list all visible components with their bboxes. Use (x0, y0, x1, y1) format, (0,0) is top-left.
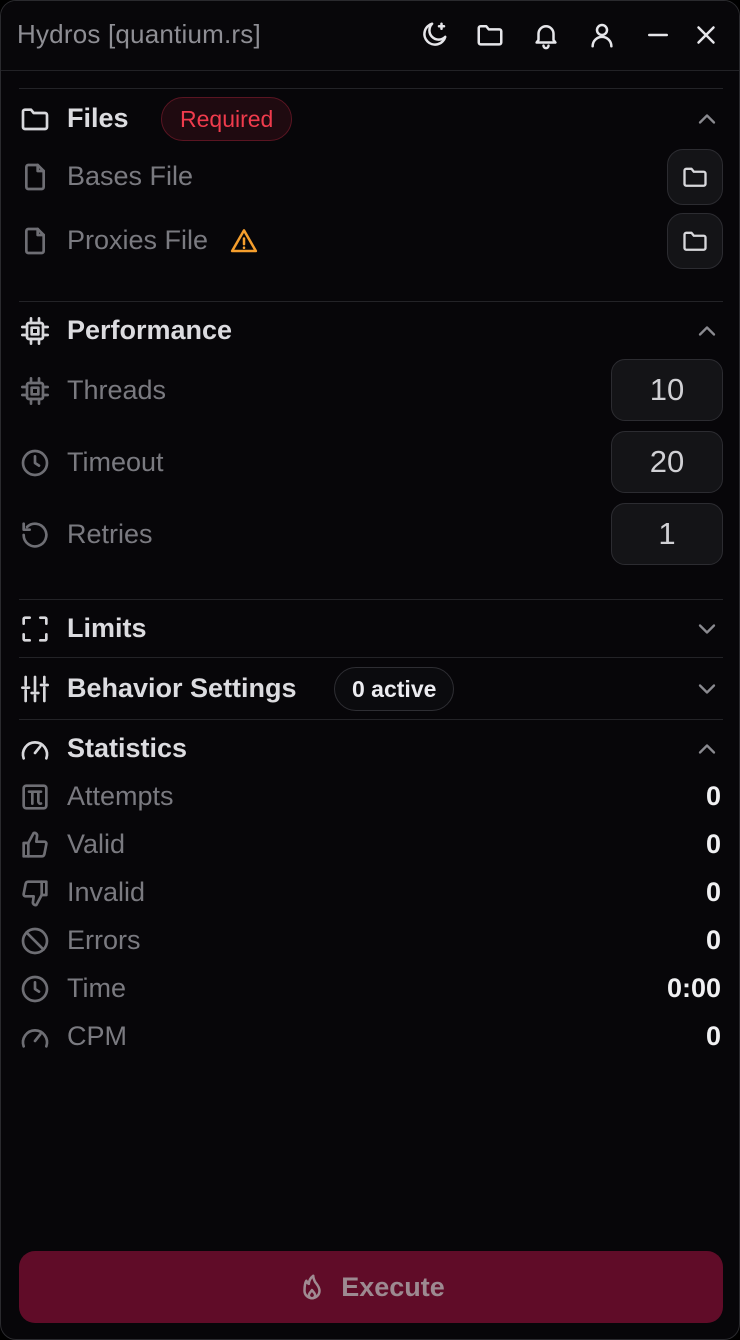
folder-icon (683, 167, 707, 187)
time-row-icon (19, 973, 51, 1005)
cpm-row-icon (19, 1021, 51, 1053)
retries-input[interactable]: 1 (611, 503, 723, 565)
time-label: Time (67, 973, 126, 1003)
close-button[interactable] (690, 19, 722, 51)
proxies-file-label: Proxies File (67, 225, 209, 255)
behavior-section-icon (19, 673, 51, 705)
valid-row-icon (19, 829, 51, 861)
behavior-section-title[interactable]: Behavior Settings (67, 673, 297, 704)
threads-input[interactable]: 10 (611, 359, 723, 421)
limits-section-title[interactable]: Limits (67, 613, 147, 644)
files-section-icon (19, 103, 51, 135)
performance-section-icon (19, 315, 51, 347)
chevron-down-icon (698, 624, 716, 634)
minimize-button[interactable] (642, 19, 674, 51)
open-folder-button[interactable] (474, 19, 506, 51)
cpu-icon (21, 377, 49, 405)
invalid-value: 0 (705, 877, 721, 907)
bases-file-browse-button[interactable] (667, 149, 723, 205)
limits-expand-button[interactable] (693, 615, 721, 643)
proxies-file-row-icon (19, 225, 51, 257)
flame-icon (303, 1274, 321, 1300)
section-divider (19, 88, 723, 89)
section-divider (19, 301, 723, 302)
clock-icon (21, 449, 49, 477)
errors-value: 0 (705, 925, 721, 955)
files-section-title[interactable]: Files (67, 103, 129, 134)
theme-toggle-button[interactable] (418, 19, 450, 51)
limits-section-icon (19, 613, 51, 645)
gauge-icon (21, 1029, 49, 1048)
chevron-up-icon (698, 744, 716, 754)
active-count-badge: 0 active (334, 667, 455, 711)
app-title: Hydros [quantium.rs] (17, 19, 261, 49)
statistics-collapse-button[interactable] (693, 735, 721, 763)
valid-value: 0 (705, 829, 721, 859)
valid-label: Valid (67, 829, 126, 859)
sliders-icon (21, 675, 49, 703)
clock-icon (21, 975, 49, 1003)
folder-icon (477, 25, 503, 46)
attempts-label: Attempts (67, 781, 174, 811)
file-icon (25, 227, 45, 255)
statistics-section-icon (19, 733, 51, 765)
thumbs-up-icon (22, 831, 48, 858)
errors-label: Errors (67, 925, 141, 955)
invalid-row-icon (19, 877, 51, 909)
performance-collapse-button[interactable] (693, 317, 721, 345)
threads-label: Threads (67, 375, 167, 405)
cpu-icon (21, 317, 49, 345)
retries-row-icon (19, 519, 51, 551)
gauge-icon (21, 741, 49, 760)
notifications-button[interactable] (530, 19, 562, 51)
statistics-section-title[interactable]: Statistics (67, 733, 187, 764)
ban-icon (21, 927, 49, 955)
retries-label: Retries (67, 519, 153, 549)
minimize-icon (648, 33, 668, 37)
frame-corners-icon (22, 616, 48, 642)
cpm-value: 0 (705, 1021, 721, 1051)
timeout-input[interactable]: 20 (611, 431, 723, 493)
required-badge: Required (161, 97, 293, 141)
pi-square-icon (22, 784, 48, 810)
threads-row-icon (19, 375, 51, 407)
time-value: 0:00 (666, 973, 721, 1003)
timeout-row-icon (19, 447, 51, 479)
account-button[interactable] (586, 19, 618, 51)
proxies-file-browse-button[interactable] (667, 213, 723, 269)
attempts-row-icon (19, 781, 51, 813)
title-bar: Hydros [quantium.rs] (1, 1, 739, 71)
bases-file-label: Bases File (67, 161, 194, 191)
cpm-label: CPM (67, 1021, 127, 1051)
moon-star-icon (423, 22, 447, 46)
app-window: Hydros [quantium.rs] Files Required Base… (0, 0, 740, 1340)
performance-section-title[interactable]: Performance (67, 315, 232, 346)
section-divider (19, 719, 723, 720)
bell-icon (535, 25, 557, 50)
warning-icon (229, 226, 259, 256)
attempts-value: 0 (705, 781, 721, 811)
rotate-ccw-icon (22, 522, 48, 548)
files-collapse-button[interactable] (693, 105, 721, 133)
user-icon (591, 23, 613, 48)
behavior-expand-button[interactable] (693, 675, 721, 703)
section-divider (19, 657, 723, 658)
execute-label: Execute (341, 1271, 445, 1302)
execute-button[interactable]: Execute (19, 1251, 723, 1323)
close-icon (697, 26, 715, 44)
chevron-down-icon (698, 684, 716, 694)
errors-row-icon (19, 925, 51, 957)
bases-file-row-icon (19, 161, 51, 193)
file-icon (25, 163, 45, 191)
thumbs-down-icon (22, 880, 48, 907)
timeout-label: Timeout (67, 447, 164, 477)
folder-icon (683, 231, 707, 251)
invalid-label: Invalid (67, 877, 146, 907)
folder-icon (21, 108, 49, 131)
chevron-up-icon (698, 114, 716, 124)
chevron-up-icon (698, 326, 716, 336)
section-divider (19, 599, 723, 600)
